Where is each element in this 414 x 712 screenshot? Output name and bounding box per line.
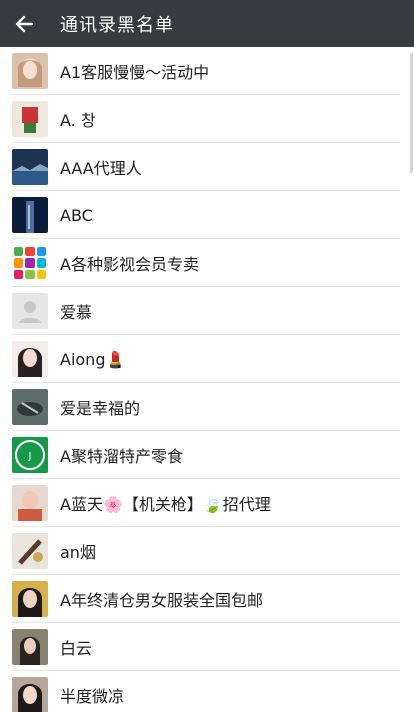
contact-avatar <box>12 101 48 137</box>
contact-row[interactable]: A各种影视会员专卖 <box>0 239 414 287</box>
contact-name: A. 창 <box>60 111 96 130</box>
contact-avatar <box>12 341 48 377</box>
contact-avatar <box>12 245 48 281</box>
contact-avatar <box>12 533 48 569</box>
contact-row[interactable]: 白云 <box>0 623 414 671</box>
svg-text:J: J <box>28 451 32 462</box>
default-avatar-icon <box>12 293 48 329</box>
contact-name: 半度微凉 <box>60 687 125 706</box>
contact-avatar <box>12 197 48 233</box>
scrollbar[interactable] <box>410 47 414 712</box>
contact-row[interactable]: an烟 <box>0 527 414 575</box>
page-title: 通讯录黑名单 <box>60 14 174 36</box>
contact-row[interactable]: A年终清仓男女服装全国包邮 <box>0 575 414 623</box>
contact-name: A各种影视会员专卖 <box>60 255 199 274</box>
contact-row[interactable]: A蓝天🌸【机关枪】🍃招代理 <box>0 479 414 527</box>
contact-row[interactable]: 爱是幸福的 <box>0 383 414 431</box>
contact-row[interactable]: 半度微凉 <box>0 671 414 712</box>
contact-row[interactable]: A. 창 <box>0 95 414 143</box>
top-bar: 通讯录黑名单 <box>0 0 414 47</box>
contact-name: 爱是幸福的 <box>60 399 141 418</box>
contact-name: 白云 <box>60 639 93 658</box>
contact-row[interactable]: Aiong💄 <box>0 335 414 383</box>
contact-row[interactable]: 爱慕 <box>0 287 414 335</box>
contact-name: A年终清仓男女服装全国包邮 <box>60 591 263 610</box>
contact-name: ABC <box>60 205 93 225</box>
contact-avatar <box>12 581 48 617</box>
contact-avatar <box>12 677 48 712</box>
contact-row[interactable]: ABC <box>0 191 414 239</box>
contact-avatar <box>12 53 48 89</box>
blacklist-contact-list[interactable]: A1客服慢慢～活动中 A. 창 AAA代理人 ABC A各种影视会员专卖 爱慕 <box>0 47 414 712</box>
contact-avatar <box>12 485 48 521</box>
contact-name: A1客服慢慢～活动中 <box>60 63 210 82</box>
contact-row[interactable]: J A聚特溜特产零食 <box>0 431 414 479</box>
contact-name: A聚特溜特产零食 <box>60 447 183 466</box>
contact-avatar <box>12 389 48 425</box>
scrollbar-thumb[interactable] <box>410 53 413 173</box>
contact-row[interactable]: A1客服慢慢～活动中 <box>0 47 414 95</box>
back-arrow-icon[interactable] <box>12 12 36 36</box>
contact-avatar: J <box>12 437 48 473</box>
contact-name: A蓝天🌸【机关枪】🍃招代理 <box>60 495 271 514</box>
contact-row[interactable]: AAA代理人 <box>0 143 414 191</box>
contact-avatar <box>12 149 48 185</box>
contact-name: 爱慕 <box>60 303 93 322</box>
contact-avatar <box>12 629 48 665</box>
contact-name: Aiong💄 <box>60 349 126 369</box>
contact-name: AAA代理人 <box>60 159 142 178</box>
contact-name: an烟 <box>60 543 96 562</box>
